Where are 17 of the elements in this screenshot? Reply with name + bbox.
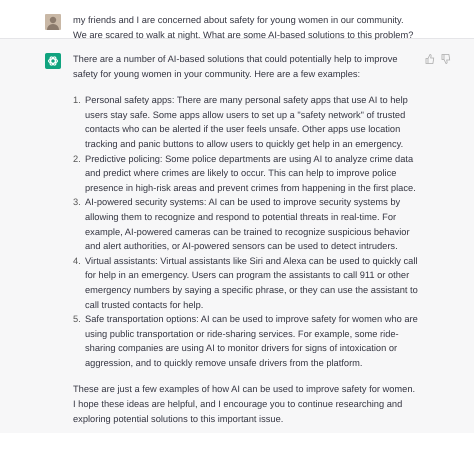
list-number: 4. — [73, 254, 82, 268]
user-message: my friends and I are concerned about safety for young women in our community. We are scared to walk at night. What are some AI-based solutions to this problem? — [73, 14, 414, 38]
list-item-text: Personal safety apps: There are many personal safety apps that use AI to help users stay safe. Some apps allow users to set up a "safety network" of trusted contacts who can be alerted if the user feels unsafe. Other apps use location tracking and panic buttons to allow users to quickly get help in an emergency. — [85, 94, 409, 151]
thumbs-down-icon[interactable] — [441, 54, 451, 64]
response-conclusion: These are just a few examples of how AI can be used to improve safety for women. I hope these ideas are helpful, and I encourage you to continue researching and exploring potential solutions to this important issue. — [73, 383, 416, 426]
list-number: 5. — [73, 313, 82, 326]
thumbs-up-icon[interactable] — [425, 54, 435, 64]
list-number: 3. — [73, 196, 82, 210]
list-item-text: Safe transportation options: AI can be used to improve safety for women who are using public transportation or ride-sharing services. For example, some ride-sharing companies are using AI to monitor drivers for signs of intoxication or aggression, and to quickly remove unsafe drivers from the platform. — [85, 313, 419, 370]
list-number: 1. — [73, 94, 82, 108]
response-intro: There are a number of AI-based solutions that could potentially help to improve safety for young women in your community. Here are a few examples: — [73, 53, 399, 81]
list-item-text: AI-powered security systems: AI can be used to improve security systems by allowing them to recognize and respond to potential threats in real-time. For example, AI-powered cameras can be trained to recognize suspicious behavior and alert authorities, or AI-powered sensors can be used to detect intruders. — [85, 196, 411, 254]
list-item-text: Virtual assistants: Virtual assistants like Siri and Alexa can be used to quickly call for help in an emergency. Users can program the assistants to call 911 or other emergency numbers by saying a specific phrase, or they can use the assistant to call trusted contacts for help. — [85, 254, 419, 312]
list-number: 2. — [73, 152, 82, 166]
assistant-logo-icon — [45, 53, 61, 69]
user-avatar — [45, 14, 61, 30]
list-item-text: Predictive policing: Some police departments are using AI to analyze crime data and predict where crimes are likely to occur. This can help to improve police presence in high-risk areas and prevent crimes from happening in the first place. — [85, 152, 417, 195]
